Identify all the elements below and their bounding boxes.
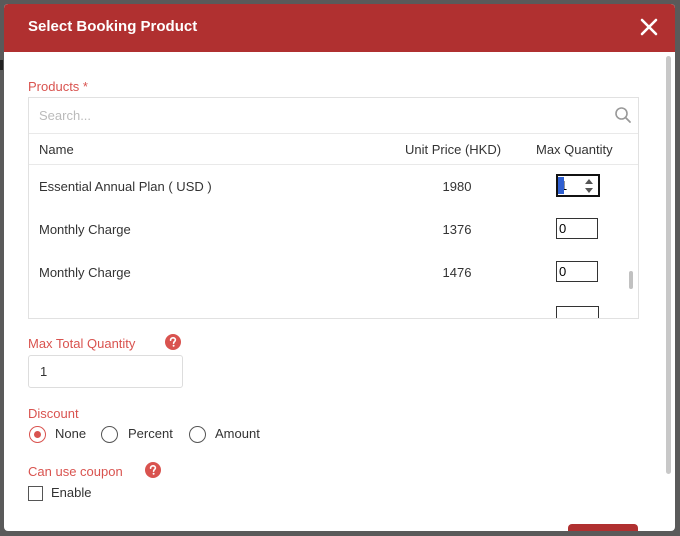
backdrop-fragment [0,60,3,70]
column-header-max-quantity: Max Quantity [536,142,613,157]
radio-button [189,426,206,443]
discount-option-percent[interactable]: Percent [101,425,181,445]
column-header-name: Name [39,142,74,157]
product-price: 1476 [442,265,472,280]
discount-label: Discount [28,406,79,421]
max-quantity-input[interactable] [556,261,598,282]
text-selection-highlight [558,177,564,194]
table-header: Name Unit Price (HKD) Max Quantity [29,133,638,165]
table-scrollbar-thumb[interactable] [629,271,633,289]
max-total-quantity-input[interactable] [28,355,183,388]
product-name: Monthly Charge [39,265,131,280]
max-total-quantity-label: Max Total Quantity [28,336,136,351]
radio-label: Percent [128,426,173,441]
column-header-unit-price: Unit Price (HKD) [405,142,502,157]
product-name: Monthly Charge [39,222,131,237]
radio-label: Amount [215,426,260,441]
search-icon[interactable] [614,106,632,124]
table-row: Monthly Charge 1476 [29,251,629,294]
product-search-input[interactable] [29,98,614,132]
can-use-coupon-label: Can use coupon [28,464,123,479]
modal-title: Select Booking Product [28,18,198,35]
products-table: Name Unit Price (HKD) Max Quantity Essen… [28,97,639,319]
modal-scrollbar-thumb[interactable] [666,56,671,474]
product-name: Essential Annual Plan ( USD ) [39,179,212,194]
help-icon[interactable] [145,462,161,478]
products-label: Products * [28,79,88,94]
modal-header: Select Booking Product [4,4,675,52]
checkbox [28,486,43,501]
discount-option-none[interactable]: None [29,425,99,445]
product-price: 1376 [442,222,472,237]
submit-button-partial[interactable] [568,524,638,531]
discount-option-amount[interactable]: Amount [189,425,269,445]
max-quantity-input[interactable] [556,218,598,239]
checkbox-label: Enable [51,485,92,500]
radio-button [29,426,46,443]
quantity-spinner-icon[interactable] [584,176,594,196]
select-booking-product-modal: Select Booking Product Products * Name U… [4,4,675,531]
help-icon[interactable] [165,334,181,350]
table-row: Monthly Charge 1376 [29,208,629,251]
table-body: Essential Annual Plan ( USD ) 1980 Month… [29,165,638,318]
radio-button [101,426,118,443]
max-quantity-input-partial[interactable] [556,306,599,318]
enable-coupon-checkbox[interactable]: Enable [28,485,108,503]
radio-label: None [55,426,87,441]
close-button[interactable] [637,15,661,39]
table-row-partial [29,294,629,318]
table-row: Essential Annual Plan ( USD ) 1980 [29,165,629,208]
product-price: 1980 [442,179,472,194]
close-icon [640,18,658,36]
radio-dot [34,431,41,438]
